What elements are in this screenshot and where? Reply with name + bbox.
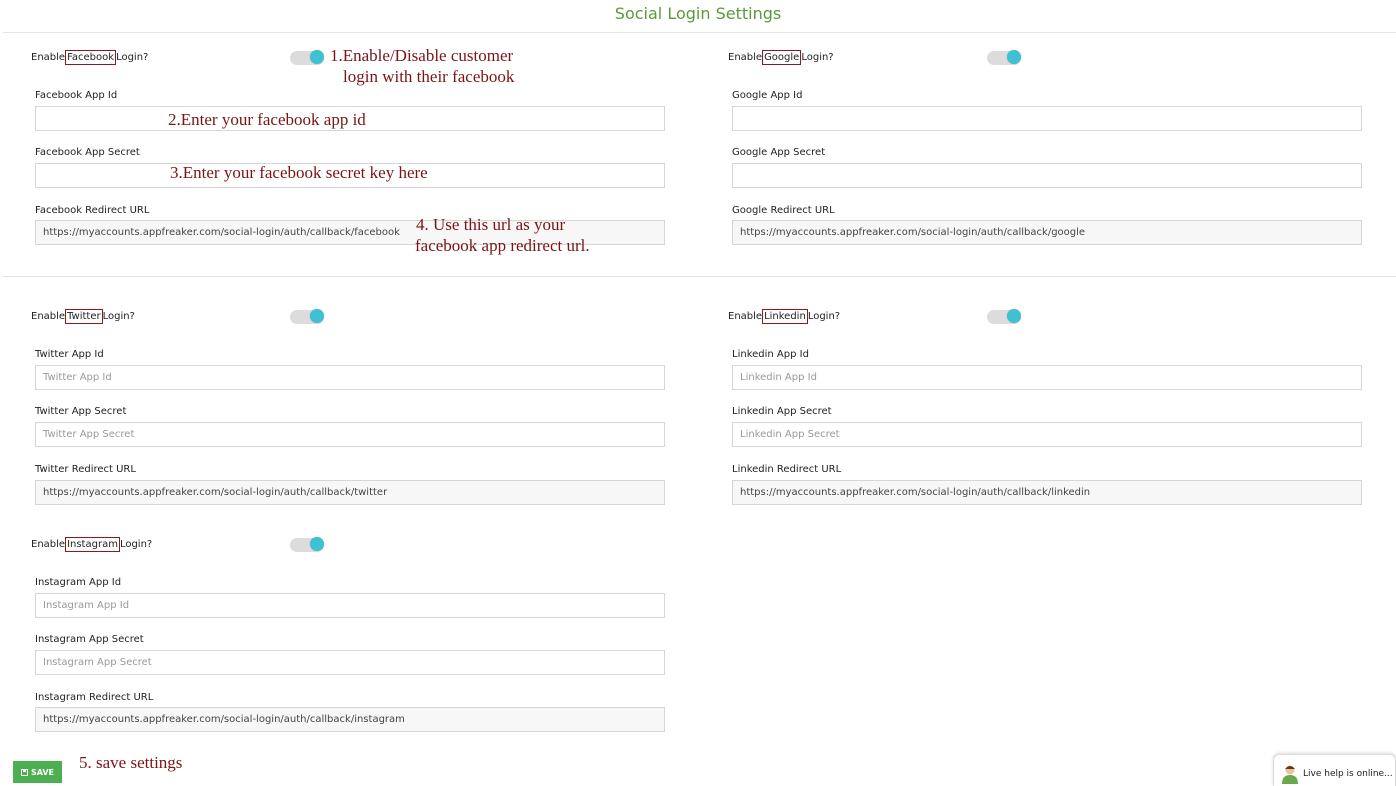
linkedin-enable-row: Enable Linkedin Login? bbox=[728, 308, 1368, 328]
linkedin-app-secret-input[interactable]: Linkedin App Secret bbox=[732, 422, 1362, 447]
live-help-text: Live help is online... bbox=[1303, 769, 1393, 779]
twitter-enable-label: Enable Twitter Login? bbox=[31, 309, 135, 324]
toggle-knob bbox=[1007, 50, 1021, 64]
toggle-knob bbox=[310, 50, 324, 64]
facebook-enable-toggle[interactable] bbox=[290, 50, 324, 65]
google-redirect-input[interactable]: https://myaccounts.appfreaker.com/social… bbox=[732, 220, 1362, 245]
linkedin-name-box: Linkedin bbox=[762, 309, 808, 324]
instagram-enable-label: Enable Instagram Login? bbox=[31, 537, 153, 552]
support-agent-icon bbox=[1282, 765, 1298, 784]
save-button-label: SAVE bbox=[30, 767, 55, 777]
google-enable-toggle[interactable] bbox=[987, 50, 1021, 65]
instagram-app-id-input[interactable]: Instagram App Id bbox=[35, 593, 665, 618]
linkedin-app-id-label: Linkedin App Id bbox=[732, 349, 809, 360]
google-app-id-label: Google App Id bbox=[732, 90, 803, 101]
save-button[interactable]: SAVE bbox=[13, 761, 62, 783]
twitter-app-secret-input[interactable]: Twitter App Secret bbox=[35, 422, 665, 447]
instagram-app-secret-label: Instagram App Secret bbox=[35, 634, 144, 645]
linkedin-app-secret-label: Linkedin App Secret bbox=[732, 406, 832, 417]
twitter-name-box: Twitter bbox=[65, 309, 103, 324]
instagram-name-box: Instagram bbox=[65, 537, 120, 552]
annotation-1-line2: login with their facebook bbox=[343, 67, 515, 86]
google-enable-label: Enable Google Login? bbox=[728, 50, 834, 65]
google-app-id-input[interactable] bbox=[732, 106, 1362, 131]
twitter-redirect-input[interactable]: https://myaccounts.appfreaker.com/social… bbox=[35, 480, 665, 505]
section-divider bbox=[3, 276, 1396, 277]
annotation-4-line1: 4. Use this url as your bbox=[416, 215, 566, 234]
top-divider bbox=[3, 32, 1396, 33]
google-enable-row: Enable Google Login? bbox=[728, 49, 1368, 69]
instagram-enable-toggle[interactable] bbox=[290, 537, 324, 552]
live-help-widget[interactable]: Live help is online... bbox=[1273, 754, 1396, 786]
facebook-app-secret-label: Facebook App Secret bbox=[35, 147, 140, 158]
twitter-enable-row: Enable Twitter Login? bbox=[31, 308, 671, 328]
google-app-secret-label: Google App Secret bbox=[732, 147, 826, 158]
annotation-4-line2: facebook app redirect url. bbox=[415, 236, 590, 255]
linkedin-redirect-label: Linkedin Redirect URL bbox=[732, 464, 842, 475]
linkedin-enable-toggle[interactable] bbox=[987, 309, 1021, 324]
google-redirect-label: Google Redirect URL bbox=[732, 205, 835, 216]
instagram-app-id-label: Instagram App Id bbox=[35, 577, 122, 588]
annotation-5: 5. save settings bbox=[79, 753, 183, 772]
annotation-3: 3.Enter your facebook secret key here bbox=[170, 163, 428, 182]
instagram-enable-row: Enable Instagram Login? bbox=[31, 536, 671, 556]
toggle-knob bbox=[1007, 309, 1021, 323]
annotation-1-line1: 1.Enable/Disable customer bbox=[330, 46, 514, 65]
instagram-app-secret-input[interactable]: Instagram App Secret bbox=[35, 650, 665, 675]
google-app-secret-input[interactable] bbox=[732, 163, 1362, 188]
google-name-box: Google bbox=[762, 50, 802, 65]
facebook-name-box: Facebook bbox=[65, 50, 117, 65]
twitter-enable-toggle[interactable] bbox=[290, 309, 324, 324]
linkedin-redirect-input[interactable]: https://myaccounts.appfreaker.com/social… bbox=[732, 480, 1362, 505]
instagram-redirect-input[interactable]: https://myaccounts.appfreaker.com/social… bbox=[35, 707, 665, 732]
instagram-redirect-label: Instagram Redirect URL bbox=[35, 692, 154, 703]
page-title: Social Login Settings bbox=[614, 4, 782, 23]
twitter-app-id-input[interactable]: Twitter App Id bbox=[35, 365, 665, 390]
floppy-disk-icon bbox=[20, 768, 28, 776]
linkedin-enable-label: Enable Linkedin Login? bbox=[728, 309, 841, 324]
twitter-redirect-label: Twitter Redirect URL bbox=[35, 464, 136, 475]
linkedin-app-id-input[interactable]: Linkedin App Id bbox=[732, 365, 1362, 390]
facebook-app-id-label: Facebook App Id bbox=[35, 90, 118, 101]
annotation-2: 2.Enter your facebook app id bbox=[168, 110, 366, 129]
toggle-knob bbox=[310, 537, 324, 551]
twitter-app-secret-label: Twitter App Secret bbox=[35, 406, 127, 417]
twitter-app-id-label: Twitter App Id bbox=[35, 349, 104, 360]
facebook-enable-label: Enable Facebook Login? bbox=[31, 50, 149, 65]
toggle-knob bbox=[310, 309, 324, 323]
facebook-redirect-label: Facebook Redirect URL bbox=[35, 205, 150, 216]
